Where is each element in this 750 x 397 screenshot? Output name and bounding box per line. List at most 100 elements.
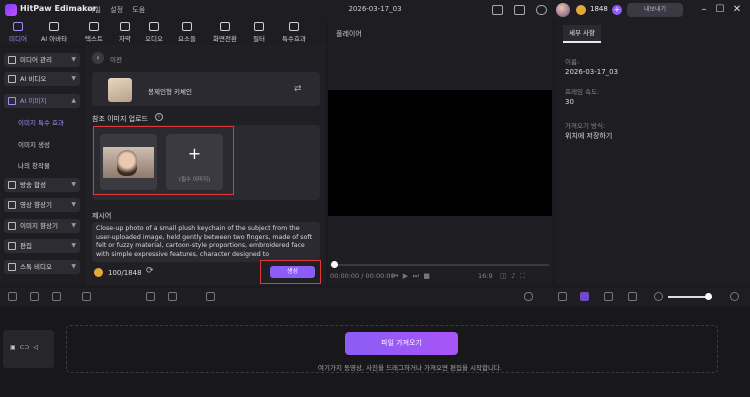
prompt-label: 제시어 xyxy=(92,212,112,220)
zoom-handle[interactable] xyxy=(705,293,712,300)
minimize-icon[interactable]: – xyxy=(698,3,710,16)
track-video-icon[interactable]: ▣ xyxy=(10,344,16,351)
sidebar-item-edit[interactable]: 편집 ▼ xyxy=(4,239,80,253)
fullscreen-icon[interactable]: ⛶ xyxy=(520,272,525,280)
sidebar-sub-my-creations[interactable]: 나의 창작물 xyxy=(18,160,50,170)
timeline-hint: 여기가지 동영상, 사진을 드래그하거나 가져오면 편집을 시작합니다. xyxy=(318,364,502,372)
close-icon[interactable]: ✕ xyxy=(731,3,743,16)
preview-screen[interactable] xyxy=(328,90,552,216)
folder-icon xyxy=(8,56,16,64)
magnet-icon[interactable] xyxy=(580,292,589,301)
add-coins-button[interactable]: + xyxy=(612,5,622,15)
help-icon[interactable] xyxy=(536,5,547,15)
tool-filter[interactable]: 필터 xyxy=(243,22,275,43)
undo-icon[interactable] xyxy=(8,292,17,301)
reference-upload-label: 참조 이미지 업로드 xyxy=(92,115,148,123)
tool-elements[interactable]: 요소들 xyxy=(171,22,203,43)
menu-file[interactable]: 파일 xyxy=(88,6,101,14)
delete-icon[interactable] xyxy=(52,292,61,301)
menu-settings[interactable]: 설정 xyxy=(110,6,123,14)
tool-transition[interactable]: 화면전환 xyxy=(206,22,244,43)
split-icon[interactable] xyxy=(82,292,91,301)
fit-icon[interactable] xyxy=(604,292,613,301)
zoom-out-icon[interactable] xyxy=(654,292,663,301)
time-readout: 00:00:00 / 00:00:00 xyxy=(330,272,395,280)
track-lock-icon[interactable]: ⊂⊃ xyxy=(20,344,30,351)
refresh-icon[interactable]: ⟳ xyxy=(146,266,154,276)
name-value: 2026-03-17_03 xyxy=(565,68,619,76)
crop-icon[interactable] xyxy=(206,292,215,301)
tool-effects[interactable]: 특수효과 xyxy=(274,22,314,43)
import-mode-value: 위치에 저장하기 xyxy=(565,132,613,140)
export-button[interactable]: 내보내기 xyxy=(627,3,683,17)
sidebar-item-media-manage[interactable]: 미디어 관리 ▼ xyxy=(4,53,80,67)
avatar[interactable] xyxy=(556,3,570,17)
text-tool-icon[interactable] xyxy=(168,292,177,301)
plus-icon: + xyxy=(187,144,202,163)
document-title: 2026-03-17_03 xyxy=(348,5,402,13)
sidebar-item-stock-video[interactable]: 스톡 비디오 ▼ xyxy=(4,260,80,274)
tool-text[interactable]: 텍스트 xyxy=(78,22,110,43)
marker-icon[interactable] xyxy=(146,292,155,301)
scrub-handle[interactable] xyxy=(331,261,338,268)
display-icon[interactable] xyxy=(492,5,503,15)
swap-icon[interactable]: ⇄ xyxy=(294,84,302,94)
tool-ai-avatar[interactable]: AI 아바타 xyxy=(34,22,74,43)
play-icon[interactable]: ▶ xyxy=(403,272,408,280)
app-logo-icon xyxy=(5,4,17,16)
fps-value: 30 xyxy=(565,98,574,106)
transition-icon xyxy=(220,22,230,31)
broadcast-icon xyxy=(8,181,16,189)
redo-icon[interactable] xyxy=(30,292,39,301)
track-controls: ▣ ⊂⊃ ◁ xyxy=(10,344,38,351)
info-icon[interactable]: i xyxy=(155,113,163,121)
timeline-toolbar xyxy=(0,288,750,306)
aspect-ratio[interactable]: 16:9 xyxy=(478,272,493,280)
sidebar-item-image-enhancer[interactable]: 이미지 향상기 ▼ xyxy=(4,219,80,233)
microphone-icon[interactable] xyxy=(524,292,533,301)
player-extra: ◫ ♪ ⛶ xyxy=(500,272,525,281)
elements-icon xyxy=(182,22,192,31)
chevron-down-icon: ▼ xyxy=(71,242,76,249)
generate-button[interactable]: 생성 xyxy=(270,266,315,278)
tool-subtitle[interactable]: 자막 xyxy=(109,22,141,43)
track-mute-icon[interactable]: ◁ xyxy=(33,344,38,351)
add-image-label: (필수 이미지) xyxy=(178,177,211,183)
sidebar-item-ai-image[interactable]: AI 이미지 ▲ xyxy=(4,94,80,108)
stop-icon[interactable]: ■ xyxy=(423,272,430,280)
link-icon[interactable] xyxy=(558,292,567,301)
tool-media[interactable]: 미디어 xyxy=(2,22,34,43)
ai-avatar-icon xyxy=(49,22,59,31)
scrub-bar[interactable] xyxy=(330,264,549,266)
media-icon xyxy=(13,22,23,31)
zoom-in-icon[interactable] xyxy=(730,292,739,301)
sidebar-sub-image-effects[interactable]: 이미지 특수 효과 xyxy=(18,117,64,127)
import-files-button[interactable]: 파일 가져오기 xyxy=(345,332,458,355)
sidebar-item-broadcast[interactable]: 방송 합성 ▼ xyxy=(4,178,80,192)
chevron-down-icon: ▼ xyxy=(71,75,76,82)
player-controls: ⏮ ▶ ⏭ ■ xyxy=(392,272,430,281)
edit-icon xyxy=(8,242,16,250)
back-button[interactable]: ‹ xyxy=(92,52,104,64)
prev-frame-icon[interactable]: ⏮ xyxy=(392,272,398,280)
import-mode-label: 가져오기 방식: xyxy=(565,122,606,130)
track-height-icon[interactable] xyxy=(628,292,637,301)
tool-audio[interactable]: 오디오 xyxy=(138,22,170,43)
prompt-textarea[interactable]: Close-up photo of a small plush keychain… xyxy=(92,222,320,262)
menu-help[interactable]: 도움 xyxy=(132,6,145,14)
message-icon[interactable] xyxy=(514,5,525,15)
chevron-up-icon: ▲ xyxy=(71,97,76,104)
snapshot-icon[interactable]: ◫ xyxy=(500,272,507,280)
volume-icon[interactable]: ♪ xyxy=(511,272,515,280)
portrait-figure xyxy=(117,150,137,176)
chevron-down-icon: ▼ xyxy=(71,56,76,63)
tab-details[interactable]: 세부 사항 xyxy=(563,25,601,43)
image-enhancer-icon xyxy=(8,222,16,230)
chevron-down-icon: ▼ xyxy=(71,201,76,208)
sidebar-item-ai-video[interactable]: AI 비디오 ▼ xyxy=(4,72,80,86)
maximize-icon[interactable]: ☐ xyxy=(714,3,726,16)
sidebar-sub-image-generate[interactable]: 이미지 생성 xyxy=(18,139,50,149)
next-frame-icon[interactable]: ⏭ xyxy=(413,272,419,280)
sidebar-item-video-enhancer[interactable]: 영상 향상기 ▼ xyxy=(4,198,80,212)
chevron-down-icon: ▼ xyxy=(71,263,76,270)
